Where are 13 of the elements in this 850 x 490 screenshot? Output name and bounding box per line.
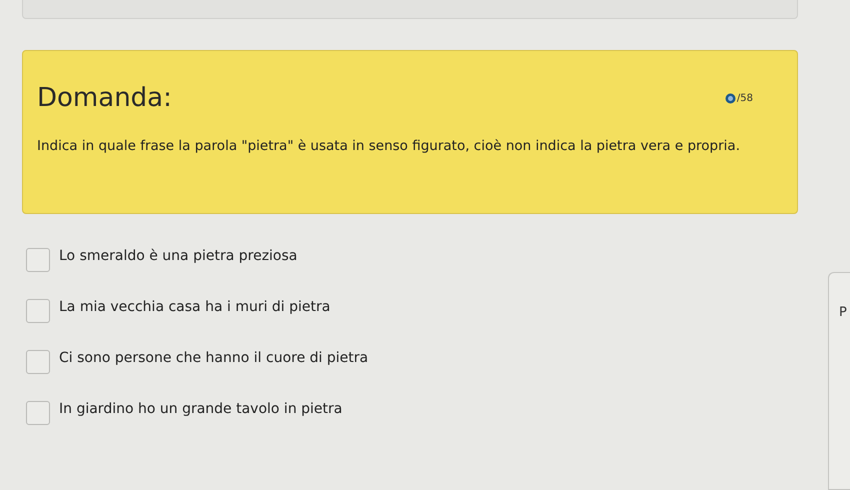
option-label[interactable]: In giardino ho un grande tavolo in pietra bbox=[59, 401, 342, 417]
panel-text: P bbox=[839, 305, 847, 320]
option-label[interactable]: Ci sono persone che hanno il cuore di pietra bbox=[59, 350, 368, 366]
option-label[interactable]: Lo smeraldo è una pietra preziosa bbox=[59, 248, 298, 264]
question-text: Indica in quale frase la parola "pietra" è usata in senso figurato, cioè non indica la pietra vera e propria. bbox=[37, 137, 741, 156]
question-counter: /58 bbox=[736, 92, 753, 104]
circle-icon bbox=[724, 92, 736, 104]
checkbox[interactable] bbox=[26, 299, 50, 323]
checkbox[interactable] bbox=[26, 401, 50, 425]
option-label[interactable]: La mia vecchia casa ha i muri di pietra bbox=[59, 299, 330, 315]
checkbox[interactable] bbox=[26, 248, 50, 272]
checkbox[interactable] bbox=[26, 350, 50, 374]
question-title: Domanda: bbox=[37, 83, 172, 113]
